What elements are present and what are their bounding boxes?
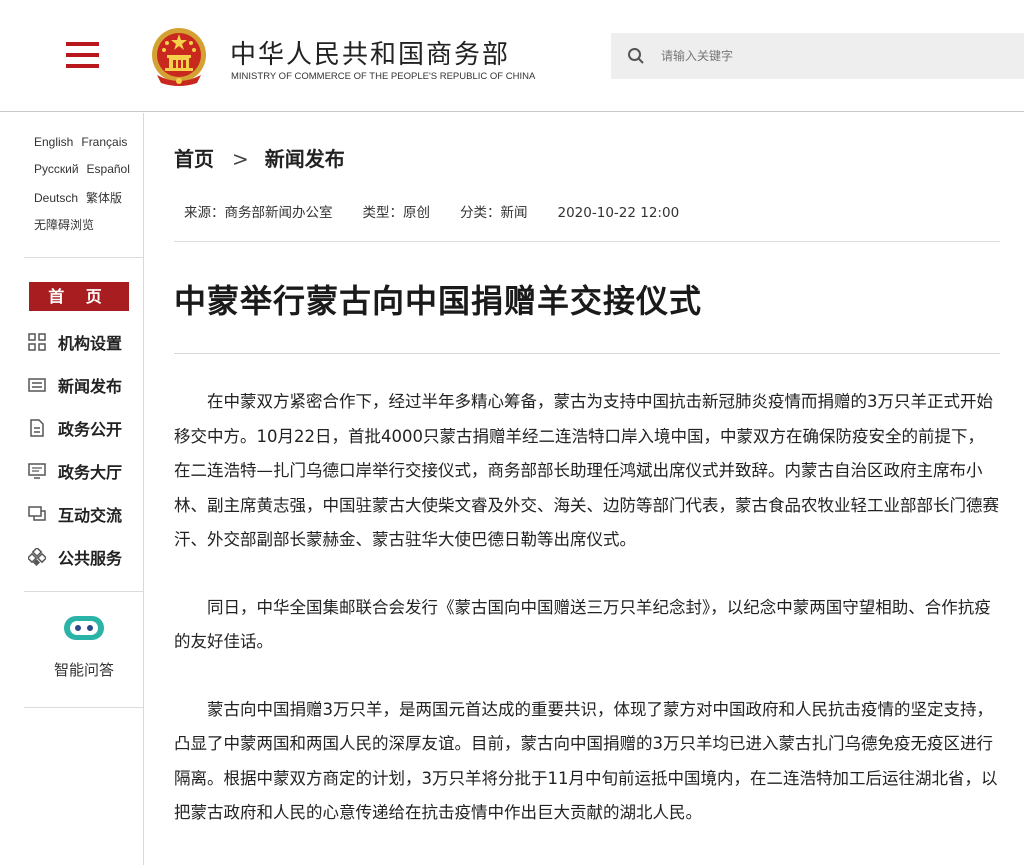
- menu-icon[interactable]: [66, 42, 99, 68]
- search-input[interactable]: [661, 43, 1001, 69]
- nav-label: 政务大厅: [58, 463, 123, 482]
- divider: [174, 241, 1000, 242]
- breadcrumb-news-link[interactable]: 新闻发布: [265, 147, 345, 171]
- document-icon: [30, 419, 44, 437]
- nav-item-public-service[interactable]: 公共服务: [28, 545, 138, 569]
- meta-date: 2020-10-22 12:00: [557, 205, 680, 221]
- smart-qa-label: 智能问答: [53, 661, 114, 679]
- divider: [24, 591, 144, 592]
- lang-french-link[interactable]: Français: [81, 135, 127, 149]
- site-header: 中华人民共和国商务部 MINISTRY OF COMMERCE OF THE P…: [0, 0, 1024, 112]
- language-links: English Français Русский Español Deutsch 繁体…: [34, 135, 144, 243]
- divider: [24, 707, 144, 708]
- news-icon: [28, 378, 46, 392]
- lang-german-link[interactable]: Deutsch: [34, 191, 78, 205]
- monitor-icon: [28, 463, 46, 479]
- article-title: 中蒙举行蒙古向中国捐赠羊交接仪式: [174, 282, 703, 320]
- article-body: 在中蒙双方紧密合作下，经过半年多精心筹备，蒙古为支持中国抗击新冠肺炎疫情而捐赠的…: [174, 385, 1000, 864]
- nav-item-government-affairs[interactable]: 政务公开: [28, 416, 138, 440]
- nav-item-service-hall[interactable]: 政务大厅: [28, 459, 138, 483]
- smart-qa-button[interactable]: 智能问答: [24, 613, 144, 680]
- nav-label: 政务公开: [58, 420, 123, 439]
- nav-label: 新闻发布: [58, 377, 123, 396]
- nav-label: 机构设置: [58, 334, 123, 353]
- site-title: 中华人民共和国商务部: [230, 40, 511, 70]
- breadcrumb-separator: >: [232, 147, 249, 171]
- nav-label: 公共服务: [58, 549, 123, 568]
- chat-icon: [28, 506, 46, 521]
- article-paragraph: 在中蒙双方紧密合作下，经过半年多精心筹备，蒙古为支持中国抗击新冠肺炎疫情而捐赠的…: [174, 392, 999, 549]
- meta-source: 来源：商务部新闻办公室: [184, 205, 333, 221]
- meta-category: 分类：新闻: [460, 205, 528, 221]
- search-box: [611, 33, 1024, 79]
- site-subtitle: MINISTRY OF COMMERCE OF THE PEOPLE'S REP…: [231, 71, 536, 82]
- lang-traditional-link[interactable]: 繁体版: [86, 191, 122, 205]
- lang-english-link[interactable]: English: [34, 135, 73, 149]
- divider: [174, 353, 1000, 354]
- breadcrumb-home-link[interactable]: 首页: [174, 147, 214, 171]
- accessibility-link[interactable]: 无障碍浏览: [34, 218, 94, 232]
- national-emblem-icon[interactable]: [147, 25, 211, 89]
- lang-spanish-link[interactable]: Español: [87, 162, 130, 176]
- nav-item-news[interactable]: 新闻发布: [28, 373, 138, 397]
- sidebar: English Français Русский Español Deutsch 繁体…: [0, 113, 144, 865]
- grid-icon: [28, 333, 46, 351]
- home-button[interactable]: 首 页: [29, 282, 129, 311]
- nav-label: 互动交流: [58, 506, 123, 525]
- article-meta: 来源：商务部新闻办公室 类型：原创 分类：新闻 2020-10-22 12:00: [184, 201, 709, 221]
- nav-item-interaction[interactable]: 互动交流: [28, 502, 138, 526]
- meta-type: 类型：原创: [362, 205, 431, 221]
- breadcrumb: 首页 > 新闻发布: [174, 143, 345, 172]
- nav-item-organization[interactable]: 机构设置: [28, 330, 138, 354]
- search-icon[interactable]: [627, 47, 645, 65]
- article-paragraph: 蒙古向中国捐赠3万只羊，是两国元首达成的重要共识，体现了蒙方对中国政府和人民抗击…: [174, 699, 998, 823]
- lang-russian-link[interactable]: Русский: [34, 162, 79, 176]
- divider: [24, 257, 144, 258]
- robot-icon: [64, 616, 104, 640]
- service-icon: [28, 548, 46, 566]
- article-paragraph: 同日，中华全国集邮联合会发行《蒙古国向中国赠送三万只羊纪念封》，以纪念中蒙两国守…: [174, 597, 991, 652]
